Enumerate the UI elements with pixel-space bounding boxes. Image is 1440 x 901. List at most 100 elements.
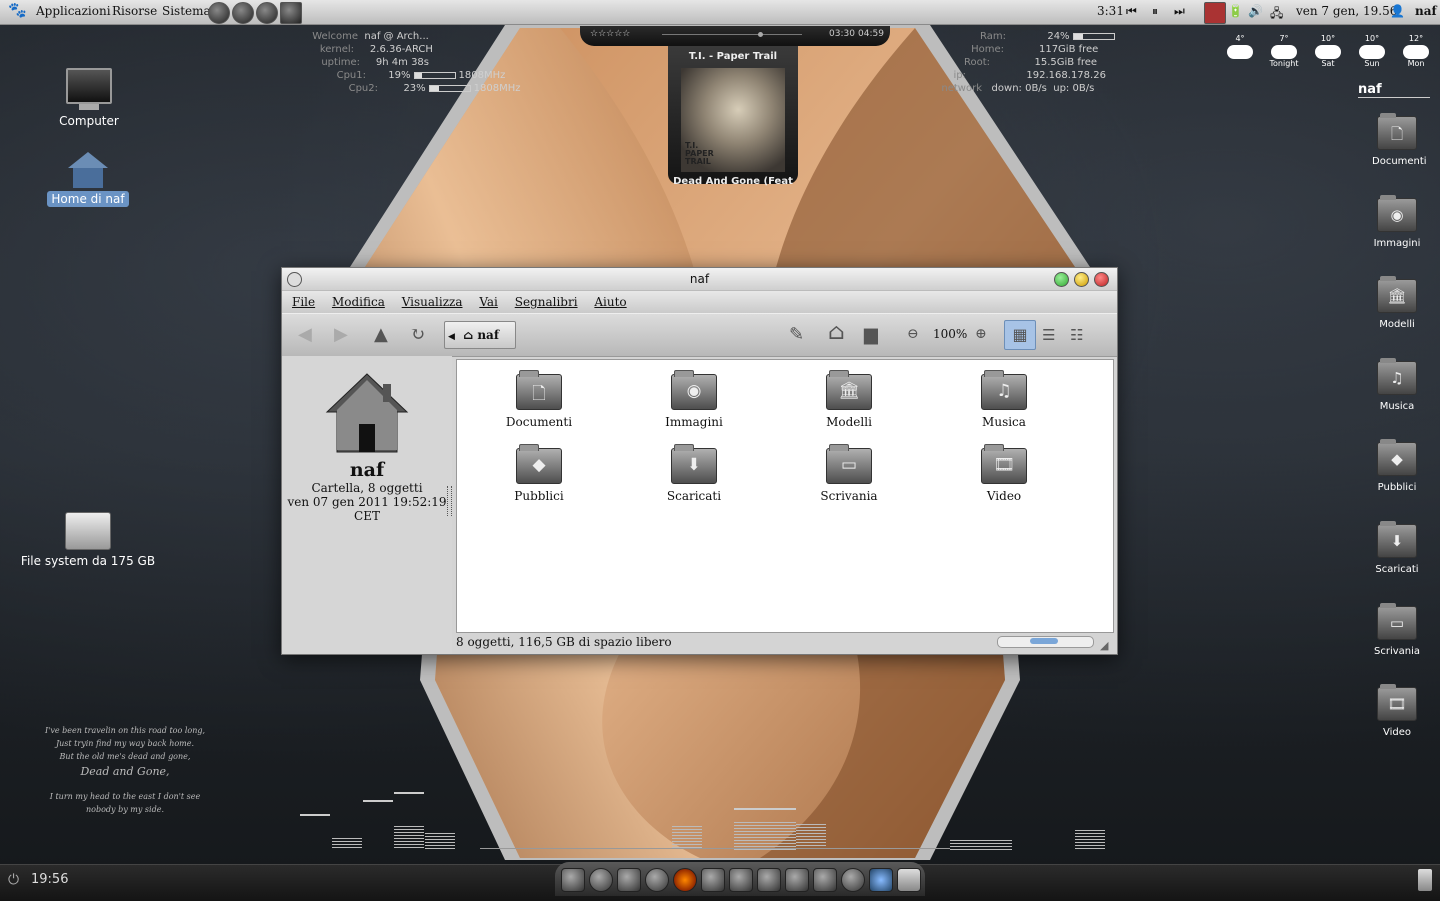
window-titlebar[interactable]: naf xyxy=(282,268,1117,290)
right-folder-scaricati[interactable]: ⬇ Scaricati xyxy=(1372,521,1422,575)
firefox-icon[interactable] xyxy=(589,868,613,892)
edit-location-button[interactable]: ✎ xyxy=(789,324,804,345)
top-panel: 🐾 Applicazioni Risorse Sistema 3:31 ⏮ ⏸ … xyxy=(0,0,1440,25)
right-folder-scrivania[interactable]: ▭ Scrivania xyxy=(1372,603,1422,657)
right-folder-label: Scaricati xyxy=(1375,564,1419,575)
compact-view-button[interactable]: ☰ xyxy=(1042,326,1055,344)
transmission-icon[interactable] xyxy=(813,868,837,892)
resize-grip-icon[interactable]: ◢ xyxy=(1100,636,1108,656)
scrollbar-thumb[interactable] xyxy=(1030,638,1058,644)
computer-button[interactable]: ▆ xyxy=(864,324,878,345)
eq-bar xyxy=(796,824,826,850)
thunderbird-launcher-icon[interactable] xyxy=(256,2,278,24)
status-bar: 8 oggetti, 116,5 GB di spazio libero ◢ xyxy=(452,632,1115,652)
user-name[interactable]: naf xyxy=(1415,4,1437,18)
uptime-value: 9h 4m 38s xyxy=(375,57,430,68)
ram-bar xyxy=(1072,32,1115,40)
image-viewer-icon[interactable] xyxy=(785,868,809,892)
trash-icon[interactable] xyxy=(1418,869,1432,891)
progress-track[interactable] xyxy=(662,32,802,37)
previous-icon[interactable]: ⏮ xyxy=(1126,4,1137,19)
pause-icon[interactable]: ⏸ xyxy=(1152,4,1158,19)
status-scrollbar[interactable] xyxy=(997,636,1094,648)
gnome-foot-icon[interactable] xyxy=(561,868,585,892)
firefox-launcher-icon[interactable] xyxy=(232,2,254,24)
folder-item-label: Modelli xyxy=(826,415,872,429)
menu-vai[interactable]: Vai xyxy=(479,295,498,309)
computer-icon xyxy=(50,68,128,110)
terminal-launcher-icon[interactable] xyxy=(280,2,302,24)
power-icon[interactable]: ⏻ xyxy=(8,872,19,888)
weather-temp: 10° xyxy=(1364,34,1380,43)
conky-system-info: Welcome naf @ Arch... kernel: 2.6.36-ARC… xyxy=(310,30,521,95)
right-folder-modelli[interactable]: 🏛 Modelli xyxy=(1372,276,1422,330)
side-folder-info: Cartella, 8 oggetti xyxy=(311,481,423,495)
desktop-home[interactable]: Home di naf xyxy=(46,152,130,207)
conky-resources: Ram: 24% Home: 117GiB free Root: 15.5GiB… xyxy=(940,30,1118,95)
next-icon[interactable]: ⏭ xyxy=(1174,4,1185,19)
breadcrumb-left-arrow-icon[interactable]: ◀ xyxy=(448,332,455,342)
right-folder-musica[interactable]: ♫ Musica xyxy=(1372,358,1422,412)
right-folder-video[interactable]: 🎞 Video xyxy=(1372,684,1422,738)
filezilla-icon[interactable] xyxy=(757,868,781,892)
menu-file[interactable]: File xyxy=(292,295,315,309)
zoom-in-button[interactable]: ⊕ xyxy=(975,326,987,342)
folder-item-scaricati[interactable]: ⬇ Scaricati xyxy=(634,444,754,503)
tray-app-icon[interactable] xyxy=(1204,2,1226,24)
forward-button[interactable]: ▶ xyxy=(334,324,348,345)
folder-item-musica[interactable]: ♫ Musica xyxy=(944,370,1064,429)
menu-visualizza[interactable]: Visualizza xyxy=(402,295,463,309)
burner-icon[interactable] xyxy=(673,868,697,892)
menu-aiuto[interactable]: Aiuto xyxy=(594,295,626,309)
close-button[interactable] xyxy=(1094,272,1109,287)
pane-resize-handle[interactable] xyxy=(447,486,452,516)
maximize-button[interactable] xyxy=(1054,272,1069,287)
network-icon[interactable]: 🖧 xyxy=(1270,4,1283,25)
file-manager-icon[interactable] xyxy=(897,868,921,892)
volume-icon[interactable]: 🔊 xyxy=(1248,4,1263,18)
launcher-icon[interactable] xyxy=(208,2,230,24)
reload-button[interactable]: ↻ xyxy=(410,324,425,345)
progress-knob[interactable] xyxy=(758,32,763,37)
right-folder-pubblici[interactable]: ◆ Pubblici xyxy=(1372,439,1422,493)
rating-stars[interactable]: ☆☆☆☆☆ xyxy=(590,29,630,39)
menu-applicazioni[interactable]: Applicazioni xyxy=(36,4,111,18)
desktop-computer[interactable]: Computer xyxy=(50,68,128,128)
desktop-filesystem[interactable]: File system da 175 GB xyxy=(16,512,160,568)
clock[interactable]: ven 7 gen, 19.56 xyxy=(1296,4,1397,18)
menu-modifica[interactable]: Modifica xyxy=(332,295,385,309)
breadcrumb[interactable]: ◀ ⌂ naf xyxy=(444,321,516,349)
icon-view-button[interactable]: ▦ xyxy=(1004,320,1036,350)
gnome-foot-icon[interactable]: 🐾 xyxy=(8,1,27,19)
right-folder-immagini[interactable]: ◉ Immagini xyxy=(1372,195,1422,249)
window-menu-icon[interactable] xyxy=(287,272,302,287)
menu-segnalibri[interactable]: Segnalibri xyxy=(515,295,578,309)
list-view-button[interactable]: ☷ xyxy=(1070,326,1083,344)
folder-templates-icon: 🏛 xyxy=(826,370,872,410)
pidgin-icon[interactable] xyxy=(645,868,669,892)
menu-sistema[interactable]: Sistema xyxy=(162,4,211,18)
folder-item-scrivania[interactable]: ▭ Scrivania xyxy=(789,444,909,503)
back-button[interactable]: ◀ xyxy=(298,324,312,345)
mail-icon[interactable] xyxy=(617,868,641,892)
zoom-out-button[interactable]: ⊖ xyxy=(907,326,919,342)
cpu2-freq: 1808MHz xyxy=(473,83,521,94)
zoom-level[interactable]: 100% xyxy=(933,327,967,341)
home-button[interactable]: ⌂ xyxy=(828,320,845,345)
inkscape-icon[interactable] xyxy=(729,868,753,892)
folder-item-video[interactable]: 🎞 Video xyxy=(944,444,1064,503)
folder-item-modelli[interactable]: 🏛 Modelli xyxy=(789,370,909,429)
gimp-icon[interactable] xyxy=(701,868,725,892)
icon-view[interactable]: 🗋 Documenti ◉ Immagini 🏛 Modelli ♫ Musica ◆ P… xyxy=(456,359,1114,633)
folder-item-pubblici[interactable]: ◆ Pubblici xyxy=(479,444,599,503)
up-button[interactable]: ▲ xyxy=(374,324,388,345)
settings-icon[interactable] xyxy=(841,868,865,892)
folder-item-immagini[interactable]: ◉ Immagini xyxy=(634,370,754,429)
folder-item-documenti[interactable]: 🗋 Documenti xyxy=(479,370,599,429)
tray-power-icon[interactable]: 🔋 xyxy=(1228,4,1243,18)
virtualbox-icon[interactable] xyxy=(869,868,893,892)
folder-templates-icon: 🏛 xyxy=(1377,276,1417,313)
minimize-button[interactable] xyxy=(1074,272,1089,287)
menu-risorse[interactable]: Risorse xyxy=(112,4,157,18)
right-folder-documenti[interactable]: 🗋 Documenti xyxy=(1372,113,1427,167)
